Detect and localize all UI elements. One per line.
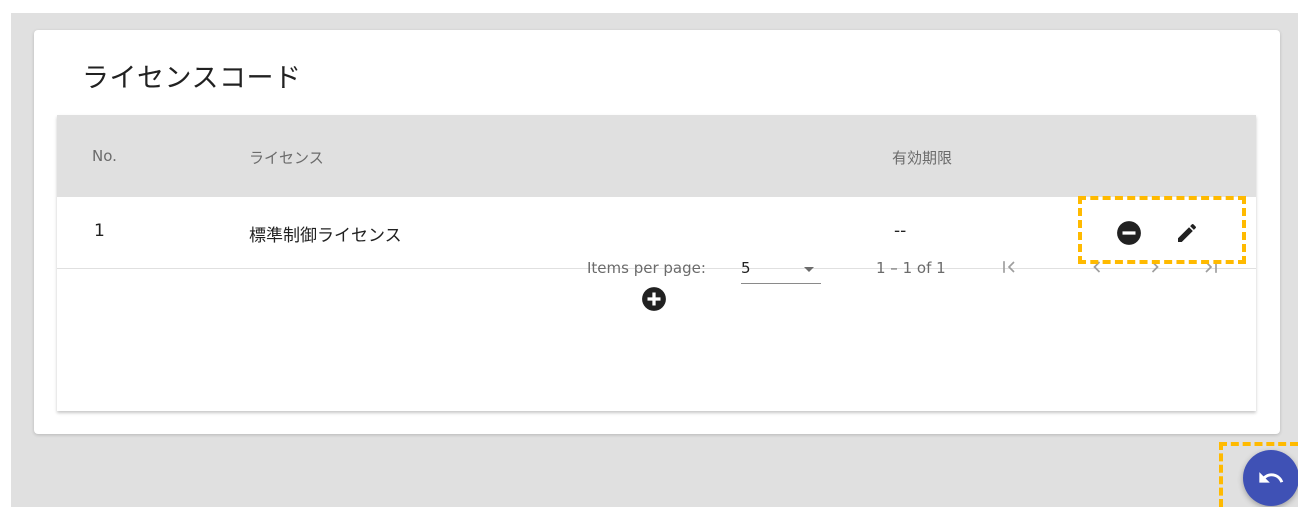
items-per-page-label: Items per page: — [587, 259, 706, 277]
chevron-down-icon — [804, 267, 814, 272]
column-header-license: ライセンス — [249, 149, 324, 167]
row-actions-highlight — [1078, 196, 1246, 264]
cell-license: 標準制御ライセンス — [249, 226, 402, 246]
plus-circle-icon — [642, 287, 666, 311]
column-header-expiry: 有効期限 — [892, 149, 953, 167]
cell-no: 1 — [94, 221, 105, 241]
page-size-select[interactable]: 5 — [741, 253, 821, 284]
range-label: 1 – 1 of 1 — [876, 259, 946, 277]
table-header: No. ライセンス 有効期限 — [57, 115, 1256, 197]
cell-expiry: -- — [894, 221, 907, 241]
column-header-no: No. — [92, 147, 117, 165]
first-page-icon — [1003, 261, 1015, 273]
license-table: No. ライセンス 有効期限 1 標準制御ライセンス -- Items per … — [57, 115, 1256, 411]
page-title: ライセンスコード — [82, 63, 302, 94]
page-size-value: 5 — [741, 259, 751, 277]
first-page-button[interactable] — [993, 251, 1025, 283]
back-button-highlight — [1219, 442, 1298, 507]
add-row-area — [57, 269, 1256, 329]
add-button[interactable] — [640, 285, 668, 313]
